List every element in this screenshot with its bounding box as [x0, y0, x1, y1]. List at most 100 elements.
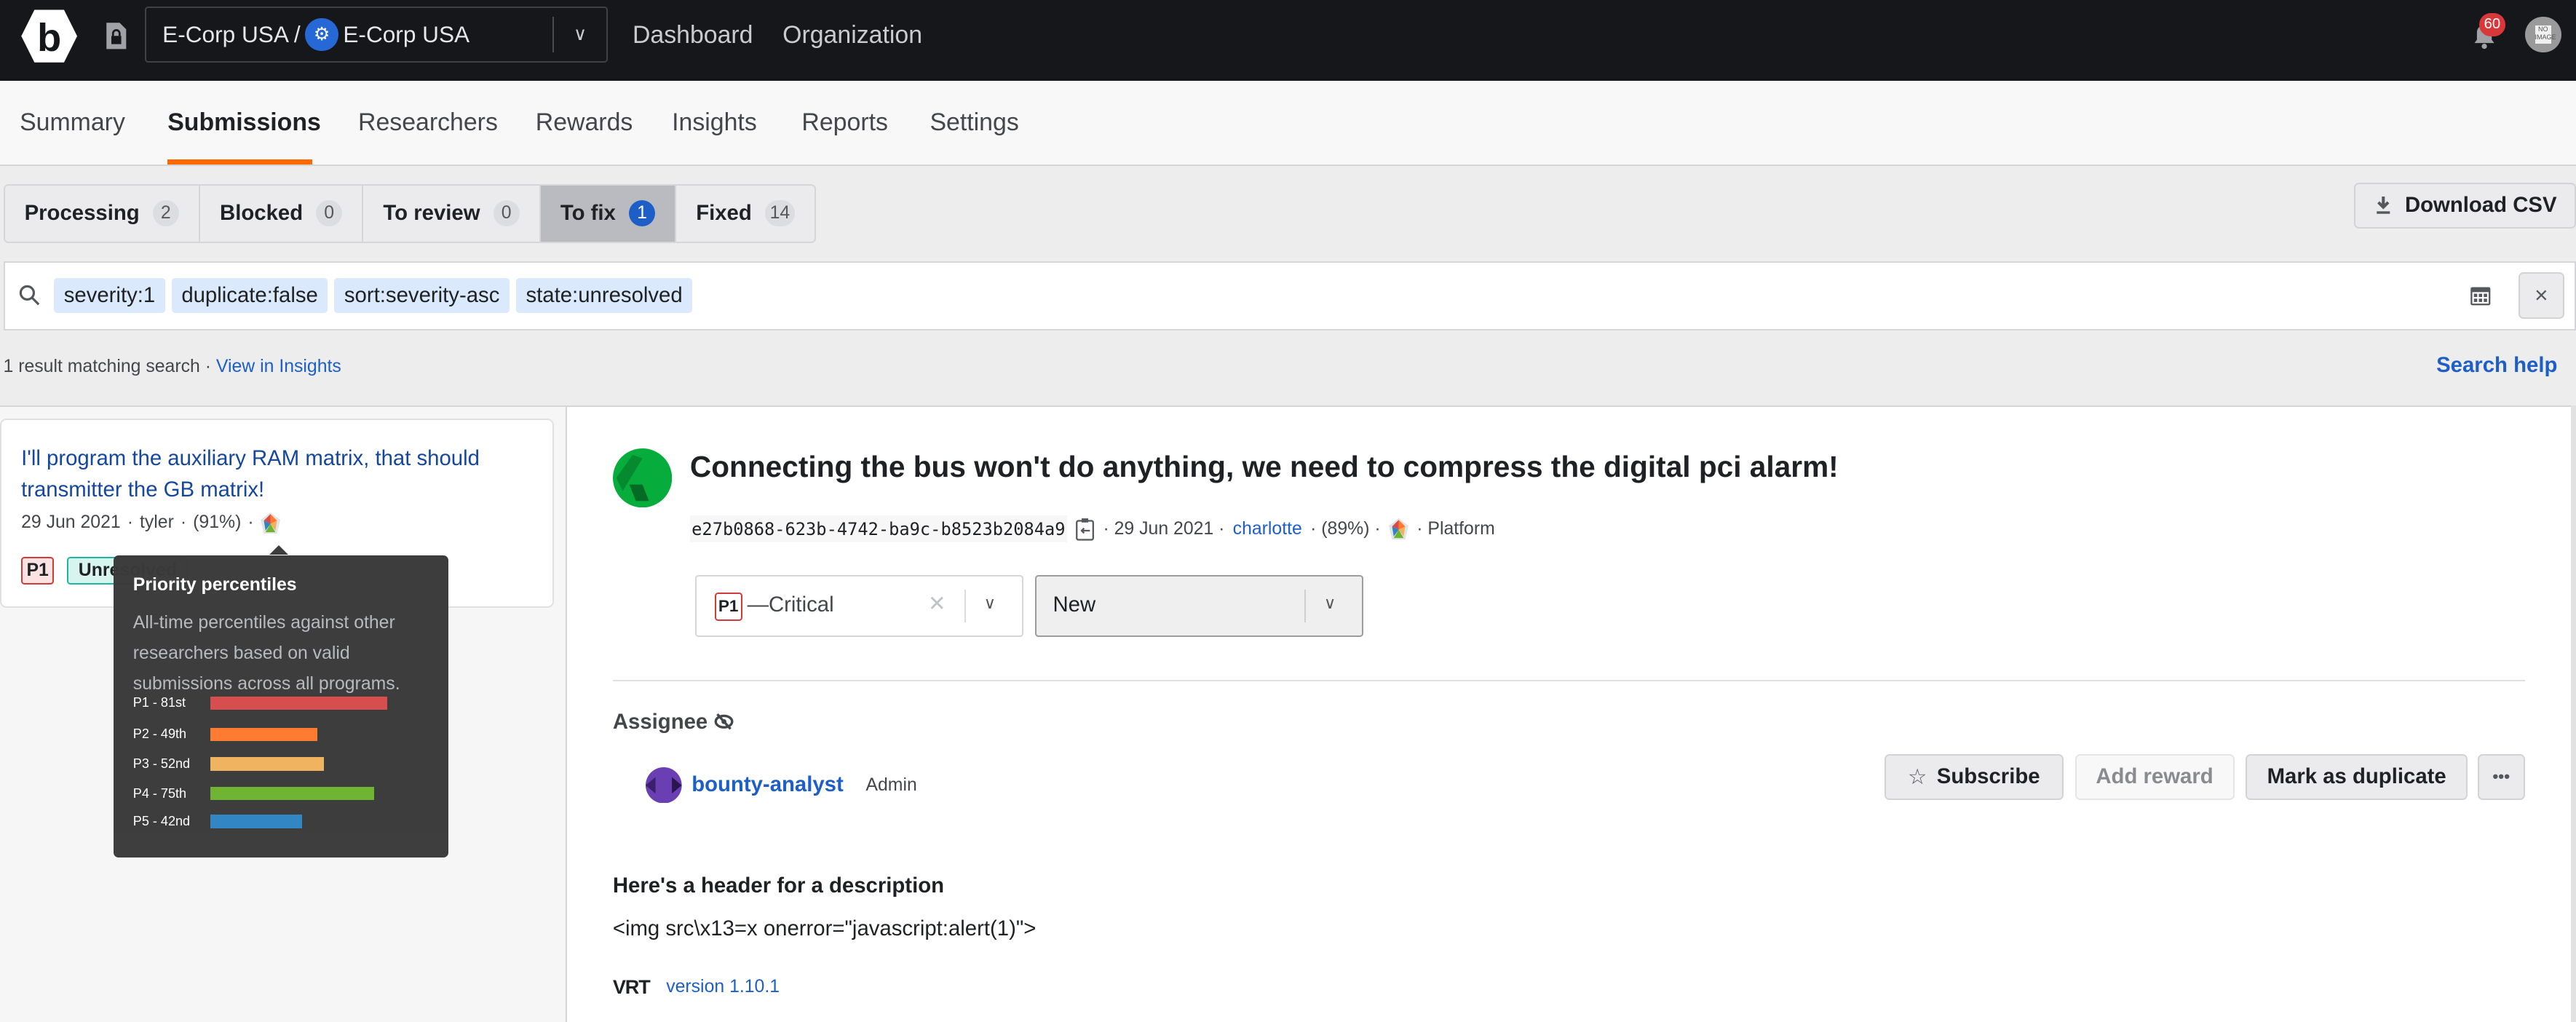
tab-insights[interactable]: Insights — [672, 108, 757, 137]
percentile-row: P4 - 75th — [133, 785, 374, 802]
more-options-button[interactable]: ••• — [2477, 753, 2525, 800]
percentile-bar — [210, 757, 324, 771]
tab-researchers[interactable]: Researchers — [358, 108, 498, 137]
tab-settings[interactable]: Settings — [930, 108, 1018, 137]
copy-clipboard-icon[interactable] — [1075, 518, 1095, 541]
submission-detail: Connecting the bus won't do anything, we… — [566, 405, 2572, 1022]
app-root: b E-Corp USA / ⚙ E-Corp USA ∨ Dashboard … — [0, 0, 2576, 1022]
state-tab-label: To review — [383, 201, 480, 226]
scrollbar[interactable] — [2571, 405, 2576, 1022]
calendar-icon[interactable] — [2469, 284, 2492, 307]
researcher-avatar[interactable] — [612, 448, 673, 508]
search-chip[interactable]: duplicate:false — [171, 278, 328, 314]
document-lock-icon[interactable] — [105, 21, 128, 51]
severity-select[interactable]: P1 —Critical ✕ ∨ — [694, 574, 1024, 638]
submission-date: 29 Jun 2021 — [21, 512, 121, 533]
state-tab-fixed[interactable]: Fixed 14 — [676, 186, 815, 242]
search-input[interactable]: severity:1 duplicate:false sort:severity… — [3, 261, 2576, 330]
tooltip-arrow — [269, 545, 289, 555]
assignee-role: Admin — [865, 775, 917, 796]
submission-meta: 29 Jun 2021 · tyler · (91%) · — [21, 512, 280, 534]
mark-duplicate-button[interactable]: Mark as duplicate — [2246, 753, 2468, 800]
view-in-insights-link[interactable]: View in Insights — [216, 357, 341, 376]
state-tab-count: 0 — [316, 200, 343, 227]
vrt-version-link[interactable]: version 1.10.1 — [666, 977, 780, 997]
state-tab-processing[interactable]: Processing 2 — [5, 185, 200, 242]
status-select[interactable]: New ∨ — [1034, 574, 1364, 638]
percentile-label: P2 - 49th — [132, 726, 187, 742]
percentile-bar — [210, 727, 317, 741]
assignee-heading: Assignee — [613, 710, 734, 734]
state-tab-to-review[interactable]: To review 0 — [363, 185, 541, 242]
search-chip[interactable]: sort:severity-asc — [334, 278, 510, 314]
percentile-row: P3 - 52nd — [133, 756, 324, 772]
state-tab-label: Fixed — [696, 201, 752, 226]
tab-rewards[interactable]: Rewards — [536, 108, 633, 137]
search-help-link[interactable]: Search help — [2436, 353, 2557, 378]
description-body: <img src\x13=x onerror="javascript:alert… — [612, 916, 1037, 941]
org-parent: E-Corp USA / — [162, 20, 301, 47]
download-csv-label: Download CSV — [2404, 193, 2557, 218]
state-tab-label: Blocked — [220, 201, 304, 226]
separator: · — [180, 512, 187, 533]
nav-organization[interactable]: Organization — [782, 21, 922, 49]
svg-text:b: b — [37, 16, 61, 60]
tab-submissions[interactable]: Submissions — [167, 108, 321, 137]
state-tab-count: 2 — [152, 200, 179, 227]
top-nav: Dashboard Organization — [633, 21, 922, 49]
state-tabs: Processing 2 Blocked 0 To review 0 To fi… — [3, 183, 817, 244]
more-icon: ••• — [2492, 767, 2510, 786]
percentile-row: P1 - 81st — [132, 695, 388, 712]
state-tab-count: 1 — [628, 200, 656, 227]
percentile-label: P5 - 42nd — [132, 813, 191, 828]
results-count: 1 result matching search — [3, 356, 200, 376]
percentile-row: P5 - 42nd — [133, 813, 302, 830]
priority-percentile-icon[interactable] — [260, 512, 280, 534]
add-reward-button[interactable]: Add reward — [2074, 753, 2235, 800]
percentile-label: P4 - 75th — [132, 785, 187, 801]
researcher-percent: · (89%) · — [1310, 518, 1381, 539]
search-chip[interactable]: state:unresolved — [515, 278, 693, 314]
percentile-bar — [210, 787, 374, 801]
search-icon — [19, 285, 39, 306]
chevron-down-icon[interactable]: ∨ — [554, 23, 606, 45]
user-avatar[interactable]: NO IMAGE — [2525, 16, 2561, 53]
section-divider — [612, 680, 2525, 682]
priority-percentile-icon[interactable] — [1388, 518, 1408, 540]
severity-badge: P1 — [714, 593, 742, 621]
submission-date: · 29 Jun 2021 · — [1103, 518, 1225, 539]
eye-slash-icon[interactable] — [714, 713, 734, 731]
chevron-down-icon[interactable]: ∨ — [984, 594, 996, 613]
state-tab-blocked[interactable]: Blocked 0 — [200, 185, 364, 242]
chevron-down-icon[interactable]: ∨ — [1324, 594, 1336, 613]
clear-search-button[interactable]: × — [2518, 272, 2564, 319]
submission-title: Connecting the bus won't do anything, we… — [689, 450, 1839, 484]
researcher-percent: (91%) — [193, 512, 242, 533]
bugcrowd-logo-icon[interactable]: b — [20, 7, 79, 66]
researcher-link[interactable]: charlotte — [1233, 519, 1302, 539]
researcher-name[interactable]: tyler — [140, 512, 174, 533]
org-name: E-Corp USA — [343, 20, 470, 47]
priority-percentiles-tooltip: Priority percentiles All-time percentile… — [113, 545, 449, 858]
tab-reports[interactable]: Reports — [801, 108, 888, 137]
description-header: Here's a header for a description — [612, 874, 945, 898]
download-csv-button[interactable]: Download CSV — [2354, 182, 2576, 229]
state-tab-to-fix[interactable]: To fix 1 — [540, 185, 677, 242]
submission-title-link[interactable]: I'll program the auxiliary RAM matrix, t… — [21, 443, 514, 506]
tab-summary[interactable]: Summary — [20, 108, 125, 137]
search-chip[interactable]: severity:1 — [54, 278, 165, 314]
nav-dashboard[interactable]: Dashboard — [633, 21, 753, 49]
vrt-info: VRT version 1.10.1 — [613, 975, 780, 999]
vrt-logo: VRT — [612, 975, 651, 999]
tooltip-description: All-time percentiles against other resea… — [132, 613, 400, 694]
subscribe-button[interactable]: ☆ Subscribe — [1884, 753, 2064, 800]
star-icon: ☆ — [1907, 764, 1927, 789]
org-switcher[interactable]: E-Corp USA / ⚙ E-Corp USA ∨ — [144, 7, 609, 63]
status-value: New — [1053, 593, 1096, 617]
separator: · — [205, 356, 211, 376]
assignee-name-link[interactable]: bounty-analyst — [691, 772, 844, 797]
clear-severity-icon[interactable]: ✕ — [928, 591, 946, 617]
divider — [964, 589, 966, 622]
submission-uuid: e27b0868-623b-4742-ba9c-b8523b2084a9 — [689, 515, 1067, 543]
percentile-label: P1 - 81st — [132, 695, 186, 710]
